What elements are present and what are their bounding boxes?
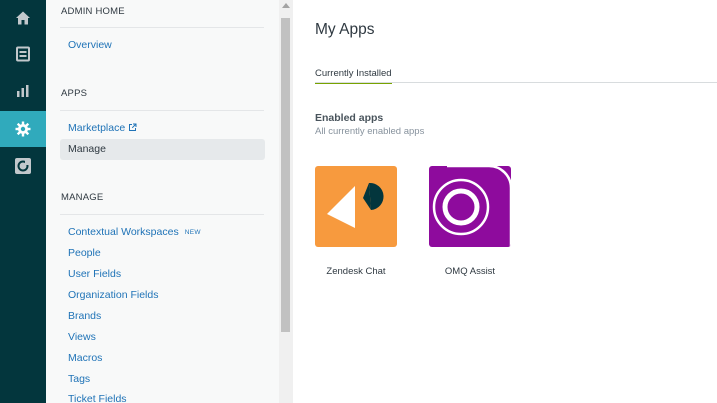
marketplace-label: Marketplace: [68, 122, 126, 134]
apps-nav-item[interactable]: [0, 148, 46, 184]
page-title: My Apps: [315, 21, 375, 38]
menu-item-people[interactable]: People: [60, 243, 265, 264]
external-link-icon: [129, 123, 137, 131]
omq-assist-logo-icon: [432, 166, 511, 247]
menu-item-views[interactable]: Views: [60, 327, 265, 348]
menu-item-ticket-fields[interactable]: Ticket Fields: [60, 389, 265, 403]
main-content: My Apps Currently Installed Enabled apps…: [293, 0, 717, 403]
divider: [60, 110, 264, 111]
new-badge: NEW: [184, 229, 201, 236]
menu-item-contextual-workspaces[interactable]: Contextual Workspaces NEW: [60, 222, 265, 243]
section-subtitle: All currently enabled apps: [315, 126, 425, 137]
app-tile-zendesk-chat[interactable]: [315, 166, 397, 247]
home-icon: [16, 11, 30, 25]
menu-item-marketplace[interactable]: Marketplace: [60, 118, 265, 139]
home-nav-item[interactable]: [0, 0, 46, 36]
apps-icon: [15, 158, 31, 174]
admin-nav-item[interactable]: [0, 111, 46, 147]
admin-home-heading[interactable]: ADMIN HOME: [61, 6, 125, 17]
apps-heading: APPS: [61, 88, 88, 99]
menu-item-macros[interactable]: Macros: [60, 348, 265, 369]
menu-item-user-fields[interactable]: User Fields: [60, 264, 265, 285]
admin-side-menu: ADMIN HOME Overview APPS Marketplace Man…: [46, 0, 279, 403]
section-title: Enabled apps: [315, 112, 384, 124]
menu-item-tags[interactable]: Tags: [60, 369, 265, 390]
app-tile-omq-assist[interactable]: [429, 166, 511, 247]
menu-item-organization-fields[interactable]: Organization Fields: [60, 285, 265, 306]
divider: [60, 27, 264, 28]
menu-scrollbar[interactable]: [279, 0, 293, 403]
reporting-icon: [17, 85, 29, 97]
menu-item-manage-apps[interactable]: Manage: [60, 139, 265, 160]
product-nav-rail: [0, 0, 46, 403]
zendesk-chat-logo-icon: [327, 182, 384, 228]
scrollbar-thumb[interactable]: [281, 18, 290, 332]
manage-heading: MANAGE: [61, 192, 104, 203]
menu-item-brands[interactable]: Brands: [60, 306, 265, 327]
menu-item-overview[interactable]: Overview: [60, 35, 265, 56]
views-nav-item[interactable]: [0, 36, 46, 72]
contextual-workspaces-label: Contextual Workspaces: [68, 226, 179, 238]
reporting-nav-item[interactable]: [0, 73, 46, 109]
divider: [60, 214, 264, 215]
app-name-zendesk-chat[interactable]: Zendesk Chat: [315, 266, 397, 277]
admin-gear-icon: [15, 121, 31, 137]
scroll-up-arrow-icon[interactable]: [282, 3, 290, 8]
tab-divider: [315, 82, 717, 83]
views-icon: [16, 46, 30, 62]
app-name-omq-assist[interactable]: OMQ Assist: [429, 266, 511, 277]
